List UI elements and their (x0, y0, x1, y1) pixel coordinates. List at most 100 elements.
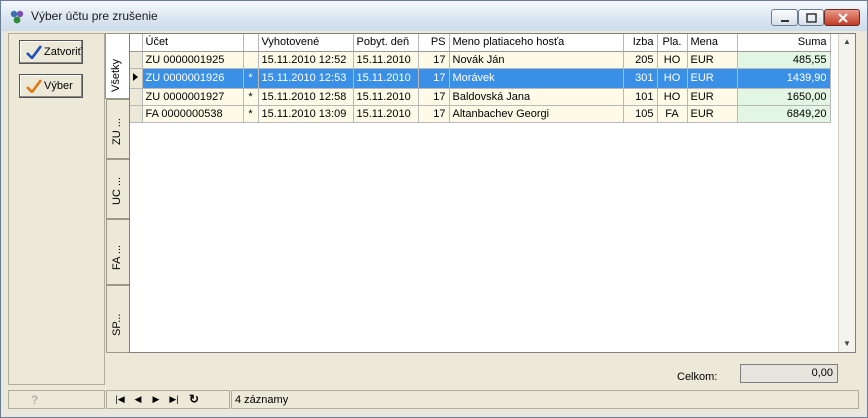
checkmark-icon (26, 45, 43, 62)
room-cell: 301 (623, 68, 658, 89)
payment-cell: HO (657, 51, 688, 69)
ps-cell: 17 (418, 68, 450, 89)
guest-name-cell: Altanbachev Georgi (449, 105, 624, 123)
dialog-window: Výber účtu pre zrušenie Zatvoriť Výber V… (0, 0, 868, 418)
app-icon (9, 9, 25, 25)
room-cell: 105 (623, 105, 658, 123)
record-navigator: |◀ ◀ ▶ ▶| ↻ (106, 390, 230, 409)
accounts-grid[interactable]: Účet Vyhotovené Pobyt. deň PS Meno plati… (129, 33, 856, 353)
column-header-room[interactable]: Izba (623, 34, 658, 52)
row-indicator (130, 68, 143, 89)
table-row[interactable]: ZU 0000001926 * 15.11.2010 12:53 15.11.2010… (130, 68, 831, 89)
minimize-button[interactable] (771, 9, 798, 26)
column-header-flag[interactable] (243, 34, 259, 52)
total-label: Celkom: (677, 371, 718, 383)
flag-cell: * (243, 68, 259, 89)
payment-cell: HO (657, 68, 688, 89)
record-count-text: 4 záznamy (235, 394, 289, 406)
amount-cell: 1650,00 (737, 88, 831, 106)
guest-name-cell: Morávek (449, 68, 624, 89)
tab-zu[interactable]: ZU ... (106, 99, 129, 159)
currency-cell: EUR (687, 105, 738, 123)
amount-cell: 6849,20 (737, 105, 831, 123)
tab-label: UC ... (111, 176, 123, 205)
select-button[interactable]: Výber (19, 74, 83, 98)
prev-record-icon[interactable]: ◀ (131, 394, 145, 406)
client-area: Zatvoriť Výber Všetky ZU ... UC ... FA .… (5, 31, 863, 411)
room-cell: 205 (623, 51, 658, 69)
row-indicator (130, 88, 143, 106)
tab-uc[interactable]: UC ... (106, 159, 129, 219)
window-title: Výber účtu pre zrušenie (31, 9, 158, 23)
scroll-up-icon[interactable]: ▲ (839, 34, 855, 50)
close-button[interactable] (824, 9, 860, 26)
help-icon: ? (31, 393, 39, 407)
refresh-icon[interactable]: ↻ (187, 392, 201, 406)
guest-name-cell: Novák Ján (449, 51, 624, 69)
stay-day-cell: 15.11.2010 (353, 88, 419, 106)
tab-label: SP... (111, 313, 123, 336)
row-indicator-header (130, 34, 143, 52)
row-indicator (130, 105, 143, 123)
tab-label: FA ... (111, 244, 123, 270)
table-row[interactable]: ZU 0000001927 * 15.11.2010 12:58 15.11.2010… (130, 88, 831, 106)
last-record-icon[interactable]: ▶| (167, 394, 181, 406)
first-record-icon[interactable]: |◀ (113, 394, 127, 406)
total-value: 0,00 (740, 364, 838, 383)
vertical-scrollbar[interactable]: ▲ ▼ (838, 34, 855, 352)
flag-cell: * (243, 88, 259, 106)
row-indicator (130, 51, 143, 69)
payment-cell: FA (657, 105, 688, 123)
tab-label: Všetky (110, 58, 122, 92)
account-cell: ZU 0000001927 (142, 88, 244, 106)
next-record-icon[interactable]: ▶ (149, 394, 163, 406)
amount-cell: 1439,90 (737, 68, 831, 89)
currency-cell: EUR (687, 88, 738, 106)
created-cell: 15.11.2010 12:53 (258, 68, 354, 89)
ps-cell: 17 (418, 88, 450, 106)
scroll-down-icon[interactable]: ▼ (839, 336, 855, 352)
column-header-created[interactable]: Vyhotovené (258, 34, 354, 52)
maximize-icon (806, 13, 817, 23)
ps-cell: 17 (418, 105, 450, 123)
close-dialog-button[interactable]: Zatvoriť (19, 40, 83, 64)
amount-cell: 485,55 (737, 51, 831, 69)
select-label: Výber (44, 80, 73, 92)
room-cell: 101 (623, 88, 658, 106)
filter-tabs: Všetky ZU ... UC ... FA ... SP... (105, 33, 130, 353)
checkmark-icon (26, 79, 43, 96)
created-cell: 15.11.2010 12:52 (258, 51, 354, 69)
maximize-button[interactable] (798, 9, 824, 26)
column-header-currency[interactable]: Mena (687, 34, 738, 52)
column-header-account[interactable]: Účet (142, 34, 244, 52)
account-cell: ZU 0000001926 (142, 68, 244, 89)
table-row[interactable]: ZU 0000001925 15.11.2010 12:52 15.11.2010 1… (130, 51, 831, 69)
table-row[interactable]: FA 0000000538 * 15.11.2010 13:09 15.11.2010… (130, 105, 831, 123)
minimize-icon (781, 20, 789, 22)
stay-day-cell: 15.11.2010 (353, 68, 419, 89)
stay-day-cell: 15.11.2010 (353, 51, 419, 69)
current-row-arrow-icon (133, 72, 138, 81)
created-cell: 15.11.2010 12:58 (258, 88, 354, 106)
flag-cell: * (243, 105, 259, 123)
tab-all[interactable]: Všetky (105, 33, 130, 99)
title-bar[interactable]: Výber účtu pre zrušenie (1, 1, 867, 31)
payment-cell: HO (657, 88, 688, 106)
currency-cell: EUR (687, 51, 738, 69)
header-row: Účet Vyhotovené Pobyt. deň PS Meno plati… (130, 34, 831, 52)
help-cell[interactable]: ? (8, 390, 105, 409)
tab-fa[interactable]: FA ... (106, 219, 129, 285)
column-header-stay-day[interactable]: Pobyt. deň (353, 34, 419, 52)
tab-sp[interactable]: SP... (106, 285, 129, 353)
close-icon (838, 13, 848, 23)
currency-cell: EUR (687, 68, 738, 89)
column-header-amount[interactable]: Suma (737, 34, 831, 52)
column-header-guest-name[interactable]: Meno platiaceho hosťa (449, 34, 624, 52)
account-cell: ZU 0000001925 (142, 51, 244, 69)
guest-name-cell: Baldovská Jana (449, 88, 624, 106)
column-header-ps[interactable]: PS (418, 34, 450, 52)
account-cell: FA 0000000538 (142, 105, 244, 123)
record-count: 4 záznamy (231, 390, 859, 409)
action-panel: Zatvoriť Výber (8, 33, 105, 385)
column-header-payment[interactable]: Pla. (657, 34, 688, 52)
